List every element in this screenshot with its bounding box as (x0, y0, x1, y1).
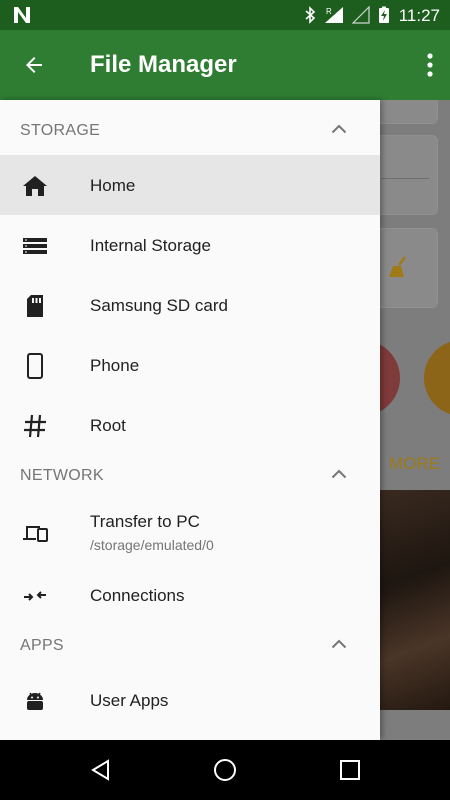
nav-back-icon[interactable] (89, 758, 113, 782)
drawer-item-label: Transfer to PC (90, 512, 200, 531)
broom-icon (389, 256, 406, 277)
sd-card-icon (27, 295, 43, 317)
devices-icon (23, 526, 48, 542)
nav-recents-icon[interactable] (338, 758, 362, 782)
cell-signal-empty-icon (352, 6, 370, 24)
status-time: 11:27 (398, 6, 440, 25)
battery-charging-icon (379, 6, 389, 23)
storage-icon (23, 238, 47, 254)
drawer-item-label: Phone (90, 356, 140, 375)
drawer-item-label: Home (90, 176, 136, 195)
section-label: NETWORK (20, 467, 104, 484)
drawer-item-sublabel: /storage/emulated/0 (90, 537, 214, 553)
drawer-item-internal-storage[interactable]: Internal Storage (0, 215, 380, 275)
status-icons: R (304, 6, 390, 24)
drawer-item-home[interactable]: Home (0, 155, 380, 215)
drawer-item-label: Samsung SD card (90, 296, 228, 315)
storage-section-header[interactable]: STORAGE (0, 100, 380, 156)
connections-icon (24, 591, 46, 601)
hash-icon (24, 414, 46, 438)
network-section-header[interactable]: NETWORK (0, 445, 380, 501)
app-bar: File Manager (0, 30, 450, 100)
drawer-item-user-apps[interactable]: User Apps (0, 670, 380, 730)
system-nav-bar (0, 740, 450, 800)
bluetooth-icon (305, 6, 316, 24)
drawer-item-label: User Apps (90, 691, 169, 710)
notification-n-icon (14, 7, 30, 23)
nav-home-icon[interactable] (213, 758, 237, 782)
more-button: MORE (389, 454, 440, 473)
phone-icon (27, 353, 43, 379)
drawer-item-label: Connections (90, 586, 185, 605)
apps-section-header[interactable]: APPS (0, 615, 380, 671)
back-arrow-icon[interactable] (22, 53, 46, 77)
chevron-up-icon[interactable] (331, 124, 347, 134)
drawer-item-transfer-to-pc[interactable]: Transfer to PC /storage/emulated/0 (0, 500, 380, 566)
drawer-item-sd-card[interactable]: Samsung SD card (0, 275, 380, 335)
svg-text:R: R (326, 7, 332, 16)
overflow-menu-icon[interactable] (426, 52, 434, 78)
cell-signal-icon: R (325, 7, 343, 23)
section-label: STORAGE (20, 122, 101, 139)
background-orange-circle (424, 340, 450, 416)
drawer-item-label: Internal Storage (90, 236, 211, 255)
chevron-up-icon[interactable] (331, 469, 347, 479)
background-photo (380, 490, 450, 710)
section-label: APPS (20, 637, 64, 654)
home-icon (23, 176, 47, 196)
navigation-drawer: STORAGE Home Internal Storage Samsung SD… (0, 100, 380, 740)
drawer-item-label: Root (90, 416, 126, 435)
drawer-item-phone[interactable]: Phone (0, 335, 380, 395)
status-bar: R 11:27 (0, 0, 450, 30)
app-title: File Manager (90, 51, 237, 78)
chevron-up-icon[interactable] (331, 639, 347, 649)
android-icon (27, 692, 43, 710)
